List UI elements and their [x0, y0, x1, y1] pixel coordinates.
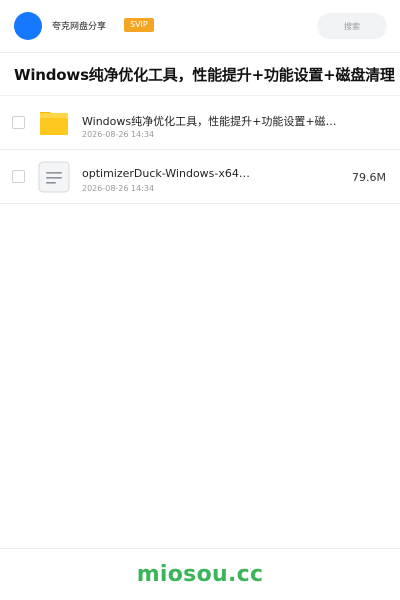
row-checkbox[interactable]: [12, 116, 25, 129]
search-input[interactable]: 搜索: [317, 13, 387, 39]
file-date: 2026-08-26 14:34: [82, 130, 155, 139]
file-name[interactable]: Windows纯净优化工具，性能提升+功能设置+磁…: [82, 113, 337, 129]
file-name[interactable]: optimizerDuck-Windows-x64…: [82, 167, 250, 180]
avatar[interactable]: [14, 12, 42, 40]
list-item[interactable]: Windows纯净优化工具，性能提升+功能设置+磁… 2026-08-26 14…: [0, 96, 400, 150]
header: 夸克网盘分享 SVIP 搜索: [0, 0, 400, 52]
list-item[interactable]: optimizerDuck-Windows-x64… 2026-08-26 14…: [0, 150, 400, 204]
row-checkbox[interactable]: [12, 170, 25, 183]
footer: miosou.cc: [0, 548, 400, 600]
site-brand[interactable]: miosou.cc: [137, 562, 264, 587]
document-icon: [38, 161, 70, 193]
share-page: 夸克网盘分享 SVIP 搜索 Windows纯净优化工具，性能提升+功能设置+磁…: [0, 0, 400, 600]
file-list: Windows纯净优化工具，性能提升+功能设置+磁… 2026-08-26 14…: [0, 96, 400, 204]
folder-icon: [38, 107, 70, 139]
page-title: Windows纯净优化工具，性能提升+功能设置+磁盘清理: [14, 66, 395, 84]
title-bar: Windows纯净优化工具，性能提升+功能设置+磁盘清理: [0, 52, 400, 96]
user-name[interactable]: 夸克网盘分享: [52, 19, 106, 32]
file-size: 79.6M: [352, 171, 386, 184]
file-date: 2026-08-26 14:34: [82, 184, 155, 193]
svip-badge: SVIP: [124, 18, 154, 32]
search-placeholder: 搜索: [344, 21, 360, 31]
